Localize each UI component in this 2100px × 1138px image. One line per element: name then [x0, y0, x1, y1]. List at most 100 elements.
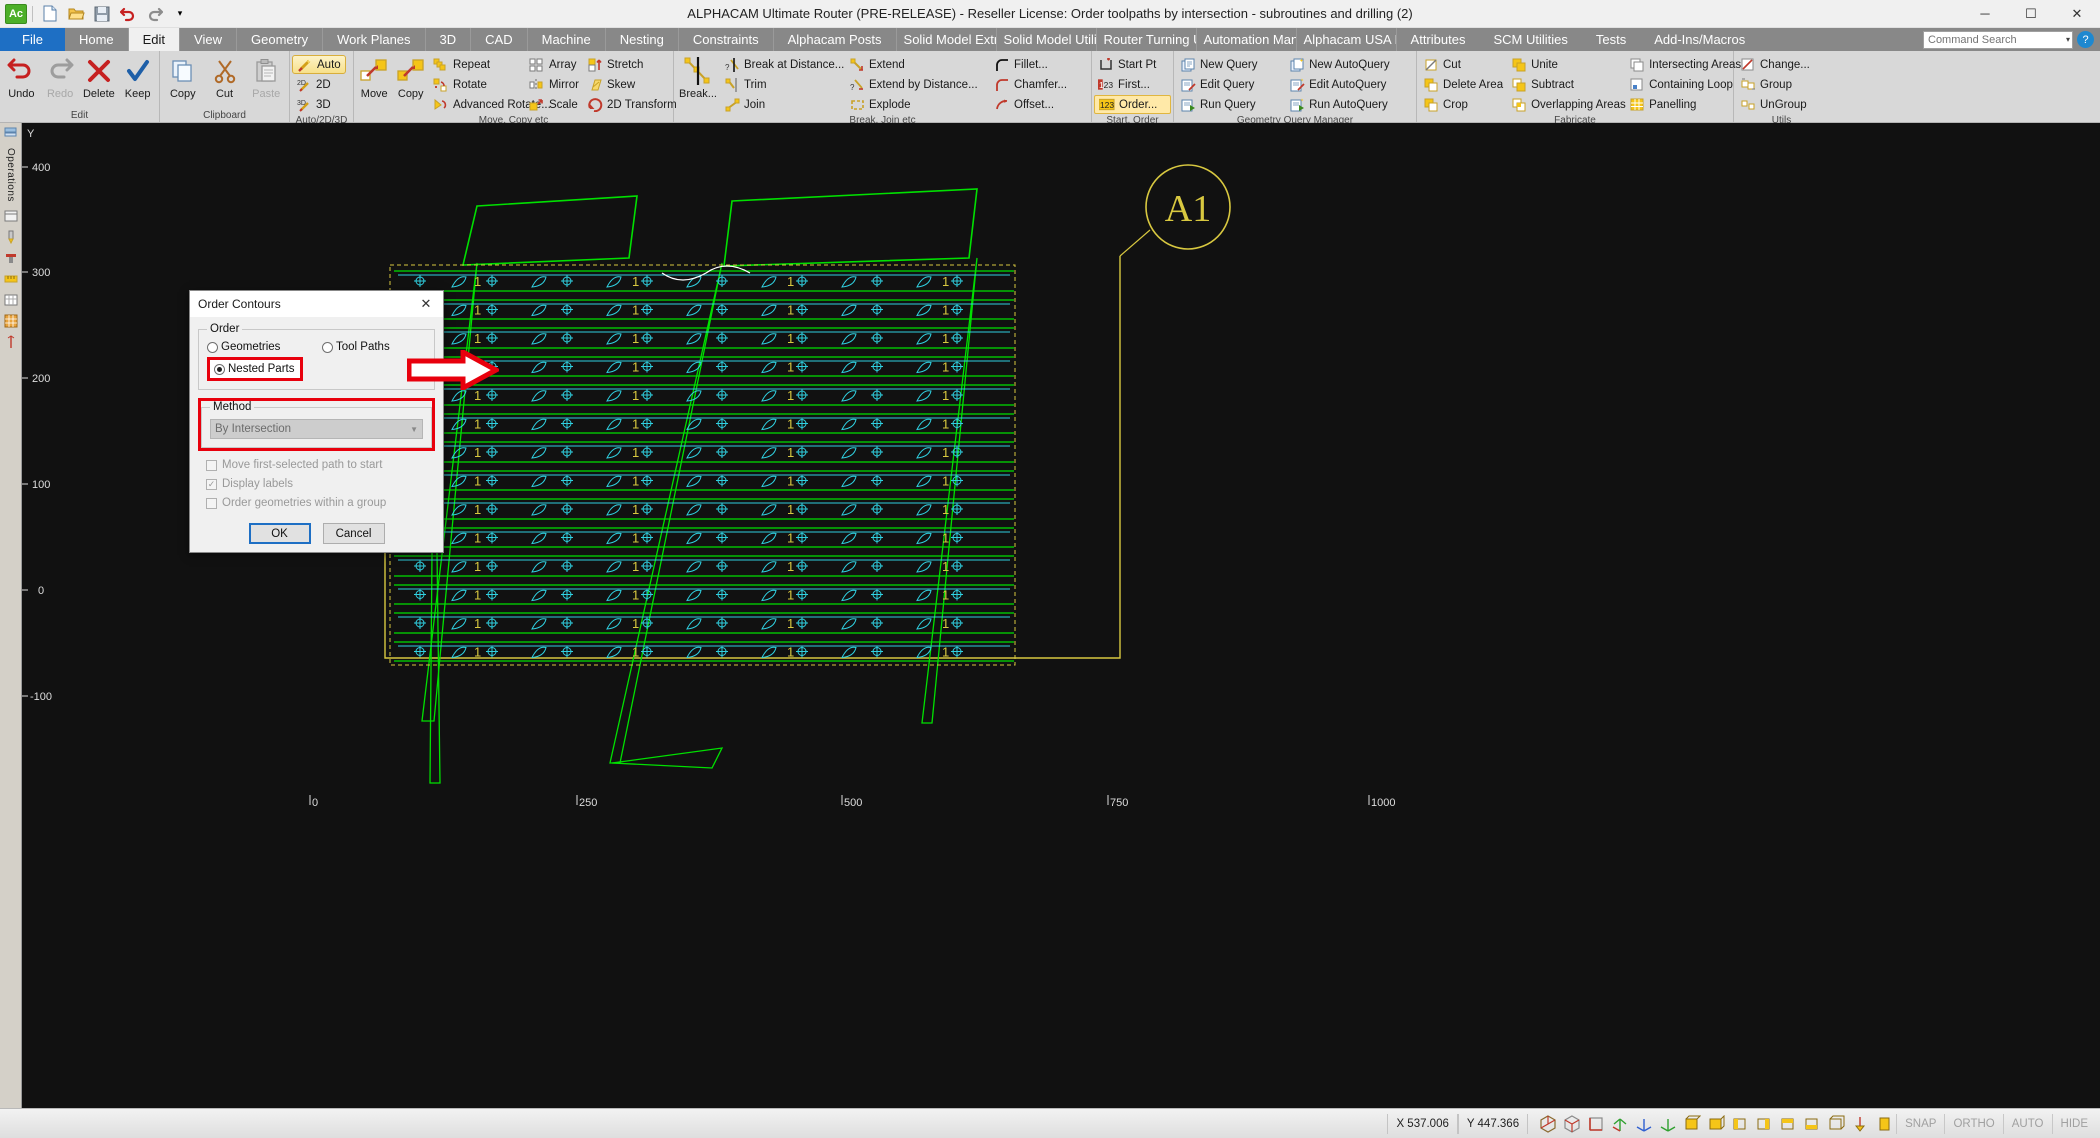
box-view-6-icon[interactable]: [1800, 1112, 1824, 1136]
overlapping-areas-button[interactable]: Overlapping Areas: [1507, 95, 1625, 114]
change-button[interactable]: Change...: [1736, 55, 1827, 74]
array-button[interactable]: Array: [525, 55, 583, 74]
order-button[interactable]: 123 Order...: [1094, 95, 1171, 114]
ortho-toggle[interactable]: ORTHO: [1944, 1114, 2002, 1134]
clamp-icon[interactable]: [2, 249, 20, 267]
transform-button[interactable]: 2D Transform: [583, 95, 671, 114]
start-point-button[interactable]: Start Pt: [1094, 55, 1171, 74]
cancel-button[interactable]: Cancel: [323, 523, 385, 544]
fab-cut-button[interactable]: Cut: [1419, 55, 1507, 74]
radio-nested-parts[interactable]: Nested Parts: [207, 357, 303, 381]
iso-dim-view-icon[interactable]: [1560, 1112, 1584, 1136]
new-autoquery-button[interactable]: New AutoQuery: [1285, 55, 1414, 74]
tab-constraints[interactable]: Constraints: [679, 28, 774, 51]
tab-edit[interactable]: Edit: [129, 28, 180, 51]
ok-button[interactable]: OK: [249, 523, 311, 544]
cut-button[interactable]: Cut: [204, 54, 246, 100]
tab-attributes[interactable]: Attributes: [1397, 28, 1480, 51]
tab-work-planes[interactable]: Work Planes: [323, 28, 425, 51]
redo-icon[interactable]: [142, 3, 166, 25]
mirror-button[interactable]: Mirror: [525, 75, 583, 94]
auto-toggle[interactable]: AUTO: [2003, 1114, 2052, 1134]
tab-nesting[interactable]: Nesting: [606, 28, 679, 51]
box-view-4-icon[interactable]: [1752, 1112, 1776, 1136]
tab-router-turning[interactable]: Router Turning Ut: [1097, 28, 1197, 51]
layers-icon[interactable]: [2, 125, 20, 143]
extend-button[interactable]: Extend: [845, 55, 990, 74]
delete-area-button[interactable]: Delete Area: [1419, 75, 1507, 94]
break-button[interactable]: Break...: [676, 54, 720, 100]
repeat-button[interactable]: Repeat: [429, 55, 525, 74]
ruler-icon[interactable]: [2, 270, 20, 288]
2d-button[interactable]: 2D 2D: [292, 75, 346, 94]
crop-button[interactable]: Crop: [1419, 95, 1507, 114]
z-depth-icon[interactable]: [1848, 1112, 1872, 1136]
tab-cad[interactable]: CAD: [471, 28, 527, 51]
unite-button[interactable]: Unite: [1507, 55, 1625, 74]
project-icon[interactable]: [2, 207, 20, 225]
skew-button[interactable]: Skew: [583, 75, 671, 94]
new-icon[interactable]: [38, 3, 62, 25]
tab-file[interactable]: File: [0, 28, 65, 51]
undo-icon[interactable]: [116, 3, 140, 25]
open-icon[interactable]: [64, 3, 88, 25]
undo-button[interactable]: Undo: [2, 54, 41, 100]
ungroup-button[interactable]: UnGroup: [1736, 95, 1827, 114]
break-at-distance-button[interactable]: ? Break at Distance...: [720, 55, 845, 74]
command-search-input[interactable]: [1923, 31, 2073, 49]
radio-geometries[interactable]: Geometries: [207, 341, 322, 353]
first-button[interactable]: 123 First...: [1094, 75, 1171, 94]
run-query-button[interactable]: Run Query: [1176, 95, 1285, 114]
chevron-down-icon[interactable]: ▾: [2066, 35, 2070, 44]
tool-icon[interactable]: [2, 228, 20, 246]
new-query-button[interactable]: New Query: [1176, 55, 1285, 74]
tab-alphacam-usa-posts[interactable]: Alphacam USA Po: [1297, 28, 1397, 51]
stretch-button[interactable]: Stretch: [583, 55, 671, 74]
checkbox-display-labels[interactable]: ✓ Display labels: [206, 478, 435, 490]
run-autoquery-button[interactable]: Run AutoQuery: [1285, 95, 1414, 114]
close-button[interactable]: ✕: [2054, 0, 2100, 28]
containing-loop-button[interactable]: Containing Loop: [1625, 75, 1733, 94]
extend-by-distance-button[interactable]: ? Extend by Distance...: [845, 75, 990, 94]
axis-yz-icon[interactable]: [1632, 1112, 1656, 1136]
table-icon[interactable]: [2, 291, 20, 309]
minimize-button[interactable]: ─: [1962, 0, 2008, 28]
box-view-7-icon[interactable]: [1824, 1112, 1848, 1136]
tab-solid-model-extras[interactable]: Solid Model Extras: [897, 28, 997, 51]
checkbox-move-first-selected[interactable]: Move first-selected path to start: [206, 459, 435, 471]
scale-button[interactable]: Scale: [525, 95, 583, 114]
explode-button[interactable]: Explode: [845, 95, 990, 114]
subtract-button[interactable]: Subtract: [1507, 75, 1625, 94]
hide-toggle[interactable]: HIDE: [2052, 1114, 2096, 1134]
tab-view[interactable]: View: [180, 28, 237, 51]
method-dropdown[interactable]: By Intersection ▼: [210, 419, 423, 439]
drawing-canvas[interactable]: Y 400 300 200 100 0 -100 0 250 500 750: [22, 123, 2100, 1108]
box-view-2-icon[interactable]: [1704, 1112, 1728, 1136]
tab-tests[interactable]: Tests: [1582, 28, 1640, 51]
copy-shape-button[interactable]: Copy: [392, 54, 428, 100]
checkbox-order-geometries-group[interactable]: Order geometries within a group: [206, 497, 435, 509]
tab-machine[interactable]: Machine: [528, 28, 606, 51]
tab-addins-macros[interactable]: Add-Ins/Macros: [1640, 28, 1759, 51]
trim-button[interactable]: Trim: [720, 75, 845, 94]
tab-automation-manager[interactable]: Automation Mana: [1197, 28, 1297, 51]
edit-query-button[interactable]: Edit Query: [1176, 75, 1285, 94]
join-button[interactable]: Join: [720, 95, 845, 114]
box-view-1-icon[interactable]: [1680, 1112, 1704, 1136]
dimension-icon[interactable]: [2, 333, 20, 351]
iso-view-icon[interactable]: [1536, 1112, 1560, 1136]
tab-home[interactable]: Home: [65, 28, 129, 51]
grid-icon[interactable]: [2, 312, 20, 330]
snap-toggle[interactable]: SNAP: [1896, 1114, 1944, 1134]
edit-autoquery-button[interactable]: Edit AutoQuery: [1285, 75, 1414, 94]
customize-icon[interactable]: ▾: [168, 3, 192, 25]
offset-button[interactable]: Offset...: [990, 95, 1080, 114]
delete-button[interactable]: Delete: [80, 54, 119, 100]
save-icon[interactable]: [90, 3, 114, 25]
axis-zx-icon[interactable]: [1656, 1112, 1680, 1136]
rotate-button[interactable]: Rotate: [429, 75, 525, 94]
copy-button[interactable]: Copy: [162, 54, 204, 100]
chamfer-button[interactable]: Chamfer...: [990, 75, 1080, 94]
advanced-rotate-button[interactable]: Advanced Rotate...: [429, 95, 525, 114]
group-button[interactable]: Group: [1736, 75, 1827, 94]
